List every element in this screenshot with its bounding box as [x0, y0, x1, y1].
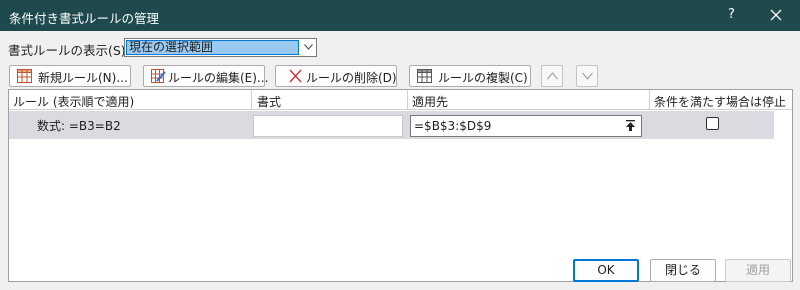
column-separator[interactable] — [407, 90, 408, 110]
format-preview — [253, 115, 403, 137]
header-stop-if-true: 条件を満たす場合は停止 — [654, 95, 787, 109]
move-up-button[interactable] — [541, 65, 563, 87]
header-format: 書式 — [257, 95, 282, 109]
close-window-button[interactable] — [765, 4, 787, 26]
chevron-up-icon — [547, 72, 558, 80]
show-rules-label: 書式ルールの表示(S): — [8, 43, 130, 58]
apply-button[interactable]: 適用 — [725, 259, 791, 282]
show-rules-dropdown[interactable]: 現在の選択範囲 — [124, 38, 317, 57]
ok-button[interactable]: OK — [573, 259, 639, 282]
close-button[interactable]: 閉じる — [650, 259, 716, 282]
duplicate-rule-label: ルールの複製(C) — [438, 71, 528, 85]
applies-to-value: =$B$3:$D$9 — [414, 119, 492, 133]
new-rule-button[interactable]: 新規ルール(N)... — [9, 65, 131, 87]
applies-to-field[interactable]: =$B$3:$D$9 — [410, 115, 642, 137]
chevron-down-icon — [582, 72, 593, 80]
delete-rule-button[interactable]: ルールの削除(D) — [275, 65, 397, 87]
show-rules-selected: 現在の選択範囲 — [126, 40, 299, 55]
close-icon — [770, 9, 782, 21]
edit-rule-label: ルールの編集(E)... — [168, 71, 269, 85]
new-rule-icon — [17, 69, 32, 83]
table-row[interactable]: 数式: =B3=B2 =$B$3:$D$9 — [9, 111, 774, 139]
stop-if-true-checkbox[interactable] — [706, 117, 719, 130]
move-down-button[interactable] — [576, 65, 598, 87]
delete-icon — [289, 69, 302, 83]
delete-rule-label: ルールの削除(D) — [306, 71, 397, 85]
rule-condition: 数式: =B3=B2 — [37, 119, 121, 133]
duplicate-icon — [417, 69, 432, 83]
title-bar: 条件付き書式ルールの管理 ? — [0, 0, 800, 31]
header-applies-to: 適用先 — [412, 95, 449, 109]
window-title: 条件付き書式ルールの管理 — [9, 11, 160, 26]
edit-rule-icon — [151, 69, 166, 83]
edit-rule-button[interactable]: ルールの編集(E)... — [143, 65, 269, 87]
table-header: ルール (表示順で適用) 書式 適用先 条件を満たす場合は停止 — [9, 90, 792, 110]
rules-table: ルール (表示順で適用) 書式 適用先 条件を満たす場合は停止 数式: =B3=… — [8, 89, 793, 282]
column-separator[interactable] — [251, 90, 252, 110]
new-rule-label: 新規ルール(N)... — [38, 71, 128, 85]
header-rule: ルール (表示順で適用) — [13, 95, 135, 109]
column-separator[interactable] — [649, 90, 650, 110]
chevron-down-icon — [304, 44, 313, 50]
duplicate-rule-button[interactable]: ルールの複製(C) — [409, 65, 531, 87]
help-button[interactable]: ? — [728, 7, 735, 22]
dialog-body: 書式ルールの表示(S): 現在の選択範囲 新規ルール(N)... ルールの編集(… — [0, 31, 800, 290]
range-select-icon[interactable] — [625, 120, 636, 132]
